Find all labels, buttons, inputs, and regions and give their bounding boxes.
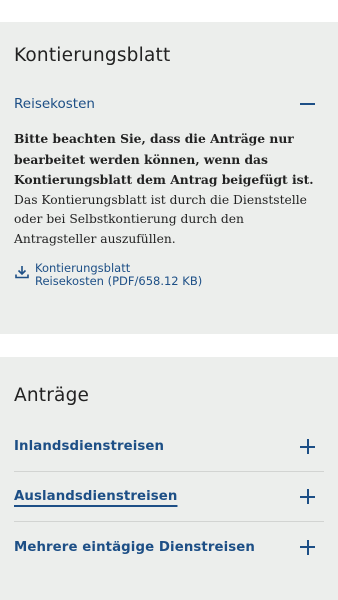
card-title: Anträge xyxy=(14,385,90,406)
accordion-content: Bitte beachten Sie, dass die Anträge nur… xyxy=(14,129,324,249)
plus-icon[interactable] xyxy=(300,539,315,555)
accordion-mehrere-eintaegige-dienstreisen[interactable]: Mehrere eintägige Dienstreisen xyxy=(14,522,324,572)
accordion-label: Auslandsdienstreisen xyxy=(14,489,178,504)
notice-bold-text: Bitte beachten Sie, dass die Anträge nur… xyxy=(14,131,314,187)
download-icon xyxy=(15,266,29,279)
accordion-label: Mehrere eintägige Dienstreisen xyxy=(14,539,255,555)
kontierungsblatt-card: Kontierungsblatt Reisekosten Bitte beach… xyxy=(0,22,338,334)
accordion-label: Inlandsdienstreisen xyxy=(14,439,165,454)
accordion-auslandsdienstreisen[interactable]: Auslandsdienstreisen xyxy=(14,472,324,522)
plus-icon[interactable] xyxy=(300,439,315,454)
notice-text: Das Kontierungsblatt ist durch die Diens… xyxy=(14,192,307,246)
download-link[interactable]: Kontierungsblatt Reisekosten (PDF/658.12… xyxy=(14,262,324,288)
collapse-minus-icon[interactable] xyxy=(300,103,315,105)
download-label-line2: Reisekosten (PDF/658.12 KB) xyxy=(35,274,203,288)
card-title: Kontierungsblatt xyxy=(14,45,171,66)
accordion-title: Reisekosten xyxy=(14,96,95,112)
plus-icon[interactable] xyxy=(300,489,315,504)
accordion-inlandsdienstreisen[interactable]: Inlandsdienstreisen xyxy=(14,422,324,472)
download-label: Kontierungsblatt Reisekosten (PDF/658.12… xyxy=(35,262,202,288)
accordion-reisekosten[interactable]: Reisekosten xyxy=(14,94,324,114)
antraege-card: Anträge Inlandsdienstreisen Auslandsdien… xyxy=(0,357,338,600)
